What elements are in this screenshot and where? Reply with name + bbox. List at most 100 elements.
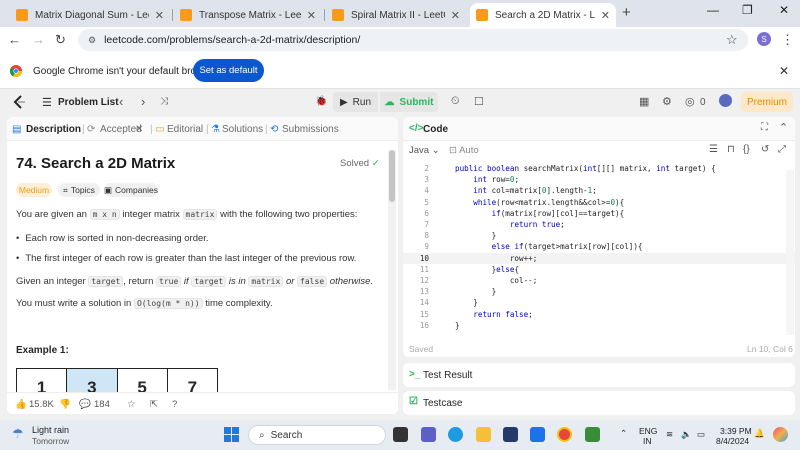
back-arrow-icon[interactable]: ←: [8, 32, 21, 47]
braces-icon[interactable]: {}: [743, 144, 750, 155]
rain-cloud-icon[interactable]: ☂: [12, 426, 24, 442]
code-line[interactable]: 2 public boolean searchMatrix(int[][] mat…: [403, 163, 795, 174]
close-tab-icon[interactable]: ✕: [451, 9, 460, 22]
next-problem-icon[interactable]: ›: [141, 94, 145, 109]
wifi-icon[interactable]: ≋: [666, 429, 673, 440]
set-as-default-button[interactable]: Set as default: [193, 59, 264, 82]
copilot-icon[interactable]: [773, 427, 788, 442]
code-line[interactable]: 8 }: [403, 230, 795, 241]
notification-bell-icon[interactable]: 🔔: [754, 428, 765, 439]
minimize-icon[interactable]: —: [707, 3, 719, 17]
thumbs-down-icon[interactable]: 👎: [59, 399, 71, 410]
reset-icon[interactable]: ↺: [761, 144, 769, 155]
code-line[interactable]: 13 }: [403, 286, 795, 297]
shuffle-icon[interactable]: ⤨: [160, 96, 168, 107]
submit-button[interactable]: ☁ Submit: [380, 92, 438, 112]
mail-icon[interactable]: [530, 427, 545, 442]
favorite-star-icon[interactable]: ☆: [127, 399, 136, 410]
comment-icon[interactable]: 💬: [79, 399, 91, 410]
bookmark-icon[interactable]: ⊓: [727, 144, 735, 155]
fullscreen-icon[interactable]: ⤢: [778, 144, 786, 155]
problem-title[interactable]: 74. Search a 2D Matrix: [16, 155, 175, 172]
language-top[interactable]: ENG: [639, 426, 657, 436]
maximize-icon[interactable]: ❐: [742, 3, 753, 17]
language-select[interactable]: Java ⌄: [409, 145, 440, 156]
settings-gear-icon[interactable]: ⚙: [662, 95, 672, 108]
profile-avatar[interactable]: S: [757, 32, 771, 46]
close-tab-icon[interactable]: ✕: [601, 9, 610, 22]
code-line[interactable]: 6 if(matrix[row][col]==target){: [403, 208, 795, 219]
close-accepted-icon[interactable]: ✕: [135, 124, 143, 135]
tab-matrix-diagonal-sum[interactable]: Matrix Diagonal Sum - LeetCod ✕: [10, 3, 170, 27]
new-tab-icon[interactable]: +: [622, 4, 631, 21]
windows-start-icon[interactable]: [224, 427, 239, 442]
testcase-title[interactable]: Testcase: [423, 398, 462, 409]
description-scroll-thumb[interactable]: [389, 150, 395, 202]
code-scrollbar[interactable]: [786, 170, 794, 335]
chrome-taskbar-icon[interactable]: [557, 427, 572, 442]
task-view-icon[interactable]: [393, 427, 408, 442]
test-result-title[interactable]: Test Result: [423, 370, 472, 381]
reload-icon[interactable]: ↻: [55, 32, 66, 48]
close-tab-icon[interactable]: ✕: [155, 9, 164, 22]
tab-search-2d-matrix[interactable]: Search a 2D Matrix - LeetCode ✕: [470, 3, 616, 27]
companies-button[interactable]: ▣ Companies: [104, 183, 158, 197]
problem-list-link[interactable]: Problem List: [58, 97, 119, 108]
layout-icon[interactable]: ▦: [639, 95, 649, 108]
store-icon[interactable]: [503, 427, 518, 442]
tab-editorial[interactable]: Editorial: [167, 124, 203, 135]
code-line[interactable]: 16}: [403, 320, 795, 331]
code-line[interactable]: 9 else if(target>matrix[row][col]){: [403, 241, 795, 252]
user-avatar[interactable]: [719, 94, 732, 107]
tab-spiral-matrix[interactable]: Spiral Matrix II - LeetCode ✕: [326, 3, 466, 27]
topics-button[interactable]: ⌗ Topics: [58, 183, 100, 197]
chrome-menu-icon[interactable]: ⋮: [781, 32, 794, 48]
teams-icon[interactable]: [421, 427, 436, 442]
thumbs-up-icon[interactable]: 👍: [15, 399, 27, 410]
app-icon[interactable]: [585, 427, 600, 442]
tab-solutions[interactable]: Solutions: [222, 124, 263, 135]
close-tab-icon[interactable]: ✕: [307, 9, 316, 22]
code-line[interactable]: 5 while(row<matrix.length&&col>=0){: [403, 197, 795, 208]
volume-icon[interactable]: 🔈: [681, 429, 692, 440]
close-infobar-icon[interactable]: ✕: [779, 64, 789, 78]
url-field[interactable]: ⚙ leetcode.com/problems/search-a-2d-matr…: [78, 29, 748, 51]
taskbar-search[interactable]: ⌕ Search: [248, 425, 386, 445]
forward-arrow-icon[interactable]: →: [32, 32, 45, 47]
format-icon[interactable]: ☰: [709, 144, 718, 155]
notes-icon[interactable]: ☐: [474, 95, 484, 108]
prev-problem-icon[interactable]: ‹: [119, 94, 123, 109]
premium-button[interactable]: Premium: [741, 92, 793, 112]
code-line[interactable]: 12 col--;: [403, 275, 795, 286]
code-line[interactable]: 4 int col=matrix[0].length-1;: [403, 185, 795, 196]
tab-transpose-matrix[interactable]: Transpose Matrix - LeetCode ✕: [174, 3, 322, 27]
bookmark-star-icon[interactable]: ☆: [726, 32, 738, 48]
help-icon[interactable]: ?: [172, 399, 177, 410]
maximize-panel-icon[interactable]: ⛶: [761, 122, 768, 133]
code-line[interactable]: 3 int row=0;: [403, 174, 795, 185]
weather-title[interactable]: Light rain: [32, 425, 69, 435]
code-line-current[interactable]: 10 row++;: [403, 252, 795, 264]
collapse-panel-icon[interactable]: ⌃: [779, 121, 788, 134]
share-icon[interactable]: ⇱: [150, 399, 158, 410]
mode-select[interactable]: ⊡ Auto: [449, 145, 479, 156]
edge-icon[interactable]: [448, 427, 463, 442]
tray-overflow-icon[interactable]: ⌃: [620, 428, 627, 439]
timer-icon[interactable]: ⏲: [451, 95, 460, 108]
clock-time[interactable]: 3:39 PM: [720, 426, 752, 436]
debug-icon[interactable]: 🐞: [315, 96, 327, 107]
battery-icon[interactable]: ▭: [697, 429, 705, 440]
leetcode-logo-icon[interactable]: [13, 95, 26, 109]
tab-description[interactable]: Description: [26, 124, 81, 135]
code-line[interactable]: 14 }: [403, 297, 795, 308]
close-window-icon[interactable]: ✕: [779, 3, 789, 17]
code-line[interactable]: 15 return false;: [403, 309, 795, 320]
file-explorer-icon[interactable]: [476, 427, 491, 442]
site-info-icon[interactable]: ⚙: [88, 35, 96, 46]
run-button[interactable]: ▶ Run: [333, 92, 378, 112]
code-line[interactable]: 11 }else{: [403, 264, 795, 275]
inline-code: matrix: [248, 276, 284, 287]
tab-submissions[interactable]: Submissions: [282, 124, 339, 135]
code-line[interactable]: 7 return true;: [403, 219, 795, 230]
streak-fire-icon[interactable]: ◎: [685, 95, 695, 108]
